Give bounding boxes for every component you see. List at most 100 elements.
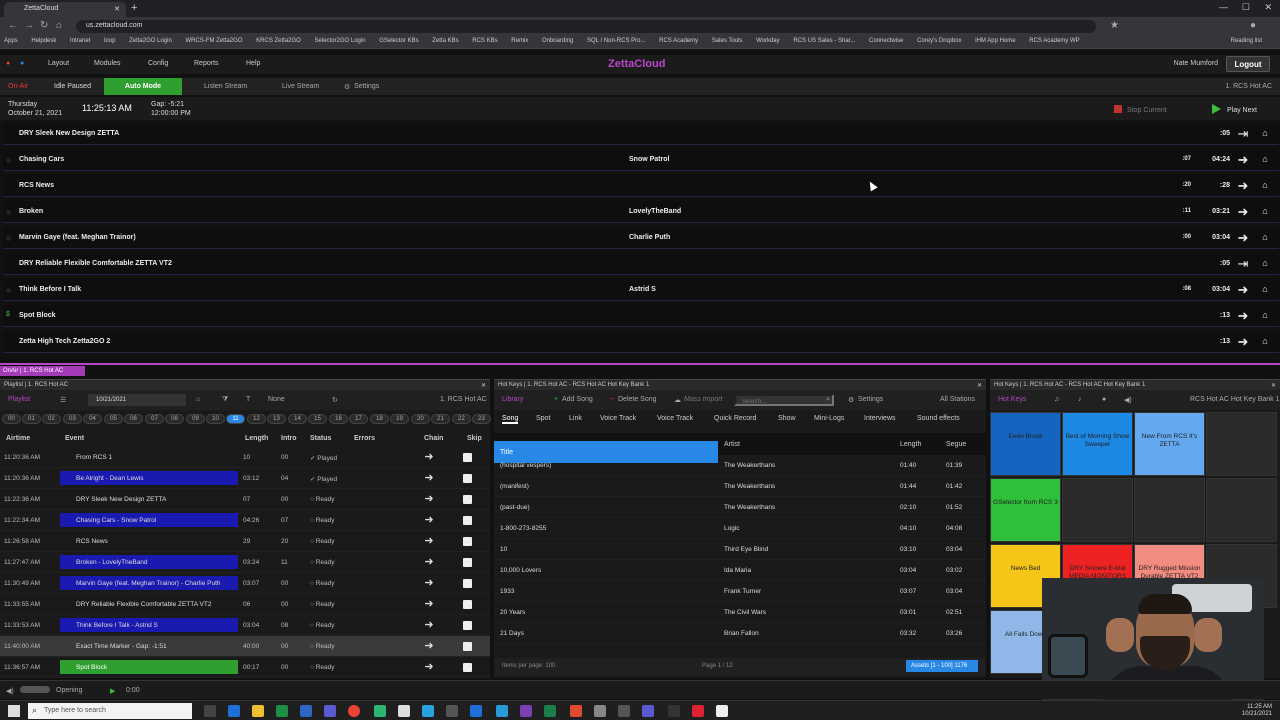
hour-button-selected[interactable]: 11 (226, 414, 245, 424)
play-icon[interactable]: ▶ (110, 687, 115, 695)
close-tab-icon[interactable]: ✕ (114, 5, 120, 13)
chain-icon[interactable]: ➜ (421, 576, 437, 590)
close-icon[interactable]: ✕ (481, 382, 486, 389)
tab-song[interactable]: Song (502, 415, 519, 424)
file-explorer-icon[interactable] (252, 705, 264, 717)
bookmark-item[interactable]: Onboarding (542, 38, 573, 44)
chain-icon[interactable]: ➜ (421, 597, 437, 611)
volume-icon[interactable]: ◀) (6, 687, 14, 695)
library-row[interactable]: (manifest) The Weakerthans 01:44 01:42 (494, 476, 986, 497)
tab-sound-effects[interactable]: Sound effects (917, 415, 960, 422)
playlist-row[interactable]: 11:36:57 AM Spot Block 00:17 00 ○ Ready ➜ (0, 657, 490, 678)
library-settings-button[interactable]: Settings (858, 396, 883, 403)
hour-button[interactable]: 22 (452, 414, 471, 424)
playlist-row[interactable]: 11:33:55 AM DRY Reliable Flexible Comfort… (0, 594, 490, 615)
app-icon[interactable] (668, 705, 680, 717)
bookmark-item[interactable]: Connectwise (869, 38, 903, 44)
playlist-row[interactable]: 11:20:36 AM From RCS 1 10 00 ✓ Played ➜ (0, 447, 490, 468)
record-icon[interactable]: ● (1102, 396, 1106, 403)
playlist-row[interactable]: 11:30:49 AM Marvin Gaye (feat. Meghan Tra… (0, 573, 490, 594)
hotkey-button[interactable] (1206, 412, 1277, 476)
menu-modules[interactable]: Modules (94, 60, 120, 67)
outlook-icon[interactable] (228, 705, 240, 717)
lock-icon[interactable]: ⌂ (1257, 178, 1273, 193)
col-event[interactable]: Event (65, 435, 84, 442)
log-row[interactable]: DRY Reliable Flexible Comfortable ZETTA … (3, 253, 1279, 275)
bookmark-item[interactable]: RCS KBs (472, 38, 497, 44)
skip-checkbox[interactable] (463, 600, 472, 609)
chain-icon[interactable]: ➜ (421, 639, 437, 653)
teams-icon[interactable] (324, 705, 336, 717)
page-indicator[interactable]: Page 1 / 12 (702, 663, 733, 669)
app-icon[interactable] (422, 705, 434, 717)
volume-icon[interactable]: ◀) (1124, 396, 1132, 404)
taskbar-search[interactable]: ⌕ Type here to search (28, 703, 192, 719)
log-row[interactable]: Zetta High Tech Zetta2GO 2:13 ➜ ⌂ (3, 331, 1279, 353)
hotkey-button[interactable]: New From RCS It's ZETTA (1134, 412, 1205, 476)
chain-icon[interactable]: ➜ (1235, 282, 1251, 297)
refresh-icon[interactable]: ↻ (332, 396, 338, 404)
log-row[interactable]: Chasing Cars Snow Patrol:07 04:24 ➜ ⌂ (3, 149, 1279, 171)
back-icon[interactable]: ← (8, 20, 18, 31)
filter-icon[interactable]: ⧩ (222, 396, 228, 404)
new-tab-button[interactable]: + (131, 2, 137, 14)
music-note-icon[interactable]: ♫ (1054, 396, 1059, 403)
lock-icon[interactable]: ⌂ (1257, 204, 1273, 219)
auto-mode-button[interactable]: Auto Mode (104, 78, 182, 95)
tab-interviews[interactable]: Interviews (864, 415, 896, 422)
library-row[interactable]: 20 Years The Civil Wars 03:01 02:51 (494, 602, 986, 623)
menu-reports[interactable]: Reports (194, 60, 219, 67)
playlist-date-field[interactable]: 10/21/2021 (88, 394, 186, 406)
hour-button[interactable]: 07 (145, 414, 164, 424)
live-stream-button[interactable]: Live Stream (282, 83, 319, 90)
hour-button[interactable]: 01 (22, 414, 41, 424)
panel-divider[interactable] (0, 363, 1280, 365)
idle-paused-button[interactable]: Idle Paused (54, 83, 91, 90)
hour-button[interactable]: 00 (2, 414, 21, 424)
bookmark-item[interactable]: RCS Academy (659, 38, 698, 44)
funnel-icon[interactable]: T (246, 396, 250, 403)
tab-link[interactable]: Link (569, 415, 582, 422)
tab-quick-record[interactable]: Quick Record (714, 415, 756, 422)
bookmark-item[interactable]: Selector2GO Login (315, 38, 366, 44)
skip-checkbox[interactable] (463, 453, 472, 462)
app-icon[interactable] (642, 705, 654, 717)
close-icon[interactable]: ✕ (977, 382, 982, 389)
minimize-icon[interactable]: — (1219, 2, 1228, 12)
chain-icon[interactable]: ➜ (421, 513, 437, 527)
chrome-icon[interactable] (348, 705, 360, 717)
close-window-icon[interactable]: ✕ (1264, 2, 1272, 13)
playlist-row[interactable]: 11:26:58 AM RCS News 29 20 ○ Ready ➜ (0, 531, 490, 552)
playlist-dropdown[interactable]: Playlist (8, 396, 30, 403)
library-row[interactable]: 1933 Frank Turner 03:07 03:04 (494, 581, 986, 602)
filter-select[interactable]: None (268, 396, 285, 403)
col-errors[interactable]: Errors (354, 435, 375, 442)
library-row[interactable]: 21 Days Brian Fallon 03:32 03:26 (494, 623, 986, 644)
bookmark-item[interactable]: Workday (756, 38, 780, 44)
playlist-row[interactable]: 11:22:36 AM DRY Sleek New Design ZETTA 07 0… (0, 489, 490, 510)
app-icon[interactable] (544, 705, 556, 717)
taskbar-clock[interactable]: 11:25 AM 10/21/2021 (1242, 704, 1272, 718)
library-search-input[interactable] (734, 394, 834, 406)
chain-icon[interactable]: ➜ (421, 450, 437, 464)
hotkey-button[interactable] (1134, 478, 1205, 542)
edge-icon[interactable] (374, 705, 386, 717)
lock-icon[interactable]: ⌂ (1257, 256, 1273, 271)
col-length[interactable]: Length (245, 435, 268, 442)
forward-icon[interactable]: → (24, 20, 34, 31)
bookmark-item[interactable]: KRCS Zetta2GO (256, 38, 301, 44)
hour-button[interactable]: 15 (308, 414, 327, 424)
chain-icon[interactable]: ➜ (1235, 152, 1251, 167)
playlist-row[interactable]: 11:20:36 AM Be Alright - Dean Lewis 03:12 0… (0, 468, 490, 489)
maximize-icon[interactable]: ☐ (1242, 2, 1250, 13)
tab-mini-logs[interactable]: Mini-Logs (814, 415, 844, 422)
playlist-station[interactable]: 1. RCS Hot AC (440, 396, 487, 403)
browser-tab[interactable]: ZettaCloud ✕ (4, 2, 126, 17)
app-icon[interactable] (692, 705, 704, 717)
skip-checkbox[interactable] (463, 621, 472, 630)
station-selector[interactable]: 1. RCS Hot AC (1225, 83, 1272, 90)
bookmark-item[interactable]: Apps (4, 38, 18, 44)
play-next-button[interactable]: Play Next (1212, 104, 1257, 114)
close-icon[interactable]: ✕ (1271, 382, 1276, 389)
log-row[interactable]: Think Before I Talk Astrid S:08 03:04 ➜ ⌂ (3, 279, 1279, 301)
